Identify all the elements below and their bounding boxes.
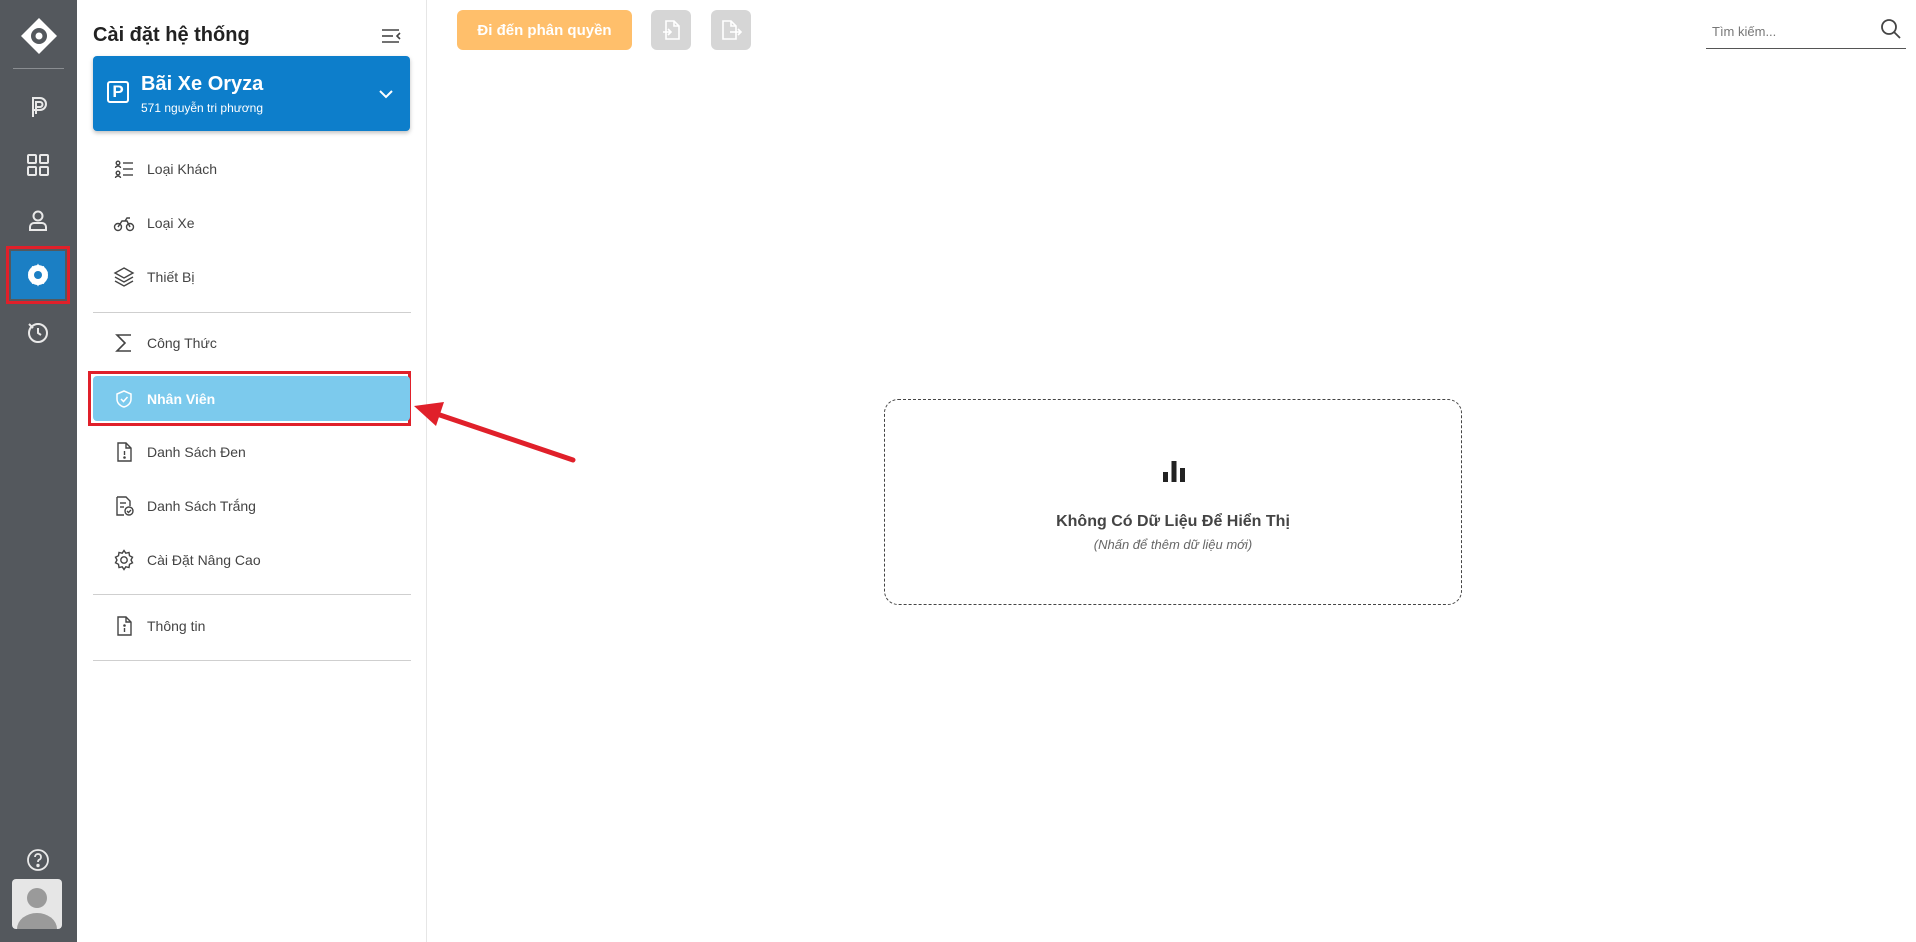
parking-badge-icon: P <box>107 81 129 103</box>
search-input[interactable] <box>1710 20 1874 42</box>
import-button[interactable] <box>651 10 691 50</box>
menu-label: Cài Đặt Nâng Cao <box>147 552 261 568</box>
menu-item-thong-tin[interactable]: Thông tin <box>93 603 410 649</box>
menu-item-danh-sach-den[interactable]: Danh Sách Đen <box>93 429 410 475</box>
search-icon[interactable] <box>1880 18 1902 40</box>
lot-address: 571 nguyễn tri phương <box>141 101 263 115</box>
dashboard-icon[interactable] <box>20 147 56 183</box>
settings-gear-icon[interactable] <box>11 251 65 299</box>
menu-item-cai-dat-nang-cao[interactable]: Cài Đặt Nâng Cao <box>93 537 410 583</box>
avatar-icon[interactable] <box>12 879 62 929</box>
menu-label: Danh Sách Đen <box>147 444 246 460</box>
panel-title: Cài đặt hệ thống <box>93 24 250 46</box>
search-box <box>1706 14 1906 49</box>
file-export-icon <box>722 20 742 40</box>
menu-label: Thông tin <box>147 618 206 634</box>
menu-item-loai-xe[interactable]: Loại Xe <box>93 200 410 246</box>
menu-divider <box>93 312 411 313</box>
menu-item-thiet-bi[interactable]: Thiết Bị <box>93 254 410 300</box>
empty-state-subtitle: (Nhấn để thêm dữ liệu mới) <box>1093 537 1253 552</box>
menu-label: Nhân Viên <box>147 390 216 407</box>
history-icon[interactable] <box>20 314 56 350</box>
menu-divider <box>93 594 411 595</box>
sigma-icon <box>113 332 135 354</box>
parking-icon[interactable] <box>20 89 56 125</box>
empty-state-card[interactable]: Không Có Dữ Liệu Để Hiển Thị (Nhấn để th… <box>884 399 1462 605</box>
customer-list-icon <box>113 158 135 180</box>
gear-icon <box>113 549 135 571</box>
motorbike-icon <box>113 212 135 234</box>
rail-divider <box>13 68 64 69</box>
menu-divider <box>93 660 411 661</box>
file-check-icon <box>113 495 135 517</box>
file-alert-icon <box>113 441 135 463</box>
file-info-icon <box>113 615 135 637</box>
parking-lot-selector[interactable]: P Bãi Xe Oryza 571 nguyễn tri phương <box>93 56 410 131</box>
question-icon[interactable] <box>25 847 51 873</box>
bar-chart-icon <box>1163 461 1185 482</box>
shield-check-icon <box>113 388 135 410</box>
menu-label: Loại Xe <box>147 215 195 231</box>
menu-item-nhan-vien[interactable]: Nhân Viên <box>93 376 410 421</box>
annotation-arrow <box>414 402 576 463</box>
menu-label: Loại Khách <box>147 161 218 177</box>
collapse-menu-icon[interactable] <box>379 26 403 46</box>
layers-icon <box>113 266 135 288</box>
icon-rail <box>0 0 77 942</box>
menu-label: Danh Sách Trắng <box>147 498 256 514</box>
lot-name: Bãi Xe Oryza <box>141 73 264 95</box>
export-button[interactable] <box>711 10 751 50</box>
empty-state-title: Không Có Dữ Liệu Để Hiển Thị <box>1056 513 1290 530</box>
app-logo-icon[interactable] <box>19 16 59 56</box>
go-to-permissions-button[interactable]: Đi đến phân quyền <box>457 10 632 50</box>
menu-item-cong-thuc[interactable]: Công Thức <box>93 320 410 366</box>
menu-item-danh-sach-trang[interactable]: Danh Sách Trắng <box>93 483 410 529</box>
file-import-icon <box>663 20 680 40</box>
menu-label: Thiết Bị <box>147 269 195 285</box>
chevron-down-icon <box>379 90 393 99</box>
menu-label: Công Thức <box>147 335 217 351</box>
menu-item-loai-khach[interactable]: Loại Khách <box>93 146 410 192</box>
user-icon[interactable] <box>20 202 56 238</box>
